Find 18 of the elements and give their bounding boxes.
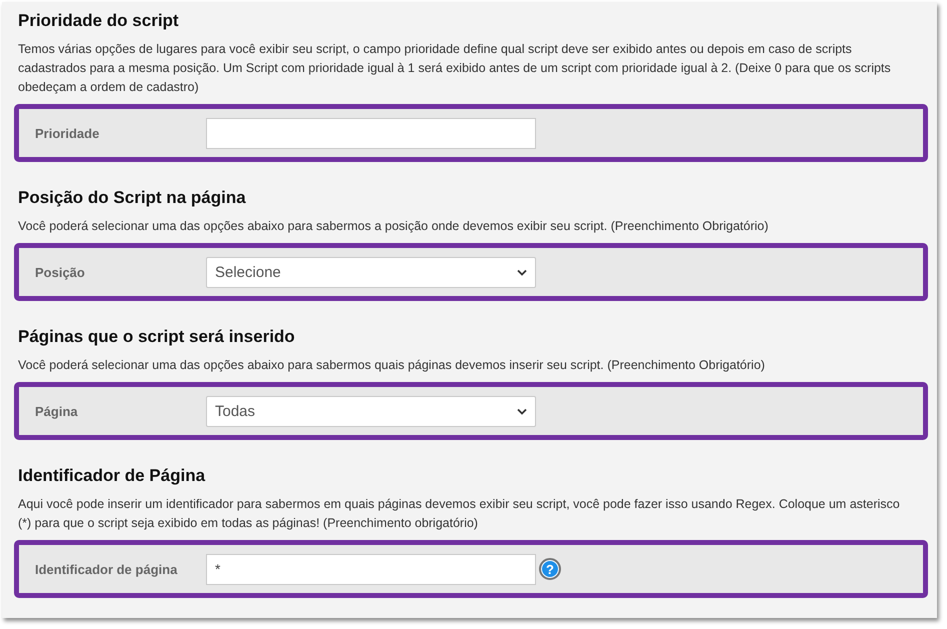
chevron-down-icon (517, 408, 527, 414)
field-label: Prioridade (35, 126, 100, 140)
field-label: Página (35, 404, 79, 418)
section-title: Prioridade do script (18, 10, 180, 32)
select-dropdown[interactable]: Todas (206, 396, 536, 426)
section-description: Você poderá selecionar uma das opções abaixo para sabermos a posição onde devemos exibir seu script. (Preenchimento Obrigatório) (18, 218, 770, 235)
section-title: Posição do Script na página (18, 187, 247, 209)
section-title: Páginas que o script será inserido (18, 326, 296, 348)
field-label: Posição (35, 264, 86, 280)
field-label: Identificador de página (35, 562, 178, 576)
input-field[interactable]: * (206, 554, 536, 584)
input-field[interactable] (206, 118, 536, 148)
chevron-down-icon (517, 268, 527, 276)
section-description: Você poderá selecionar uma das opções abaixo para sabermos quais páginas devemos inserir seu script. (Preenchimento Obrigatório) (18, 357, 766, 374)
select-dropdown[interactable]: Selecione (206, 256, 536, 288)
section-description: Temos várias opções de lugares para você exibir seu script, o campo prioridade define qual script deve ser exibido antes ou depois em caso de scripts cadastrados para a mesma posição. Um Script com prioridade igual à 1 será exibido antes de um script com prioridade igual à 2. (Deixe 0 para que os scripts obedeçam a ordem de cadastro) (18, 41, 892, 96)
section-description: Aqui você pode inserir um identificador para sabermos em quais páginas devemos exibir seu script, você pode fazer isso usando Regex. Coloque um asterisco (*) para que o script seja exibido em todas as páginas! (Preenchimento obrigatório) (18, 496, 901, 532)
section-title: Identificador de Página (18, 465, 206, 487)
